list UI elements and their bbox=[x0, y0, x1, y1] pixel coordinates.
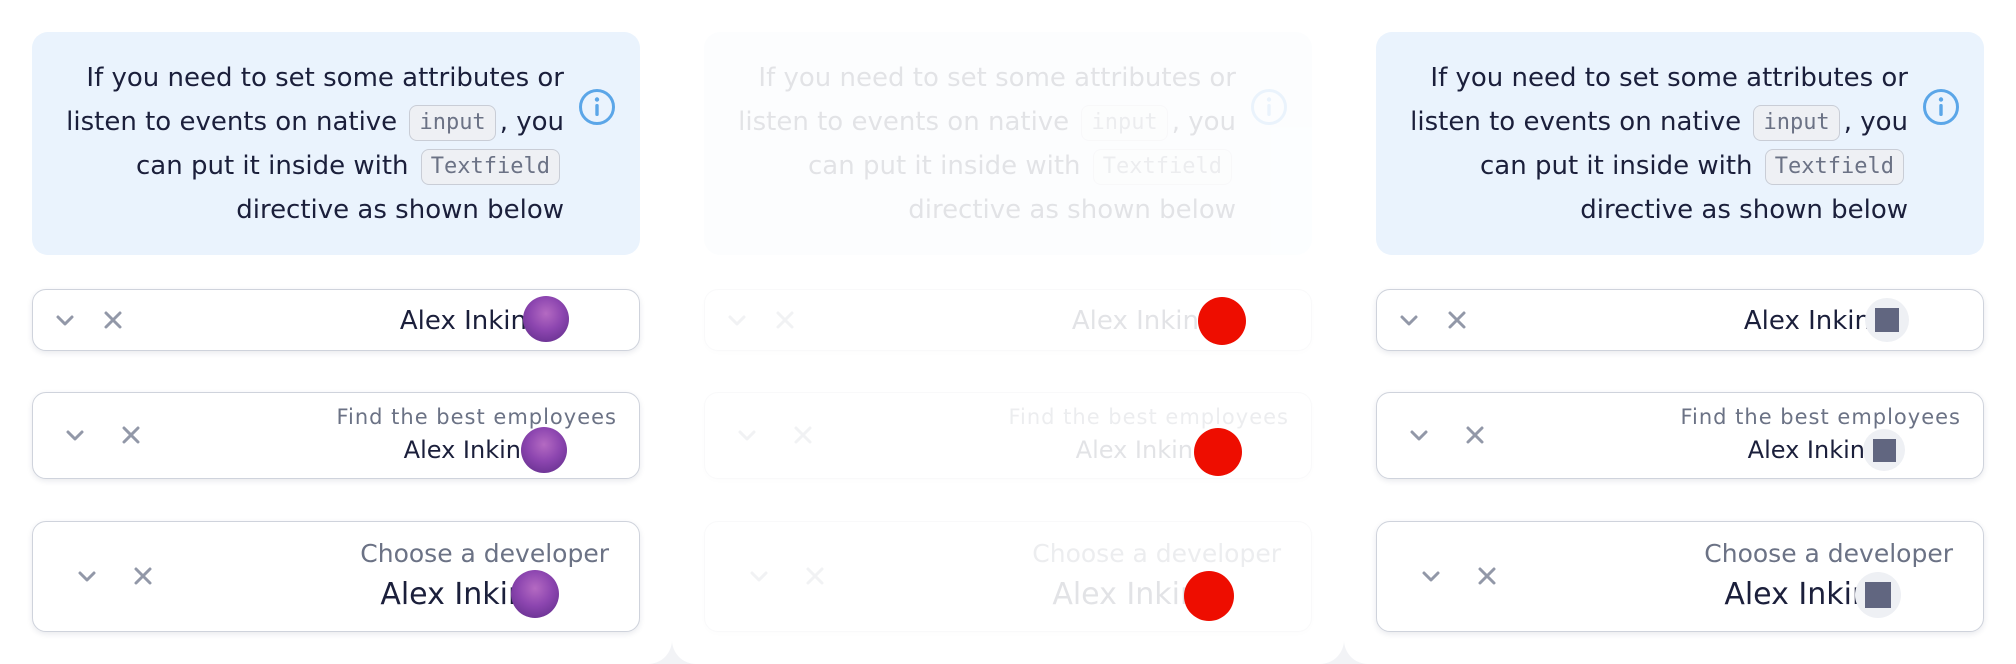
chevron-down-icon[interactable] bbox=[73, 562, 101, 590]
chevron-down-icon[interactable] bbox=[1395, 306, 1423, 334]
code-chip: Textfield bbox=[420, 148, 560, 185]
notice-line: If you need to set some attributes or bbox=[86, 63, 564, 93]
code-chip: Textfield bbox=[1764, 148, 1904, 185]
chevron-down-icon[interactable] bbox=[745, 562, 773, 590]
close-icon[interactable] bbox=[117, 421, 145, 449]
selected-value: Alex Inkin bbox=[1724, 577, 1871, 612]
notice-line: can put it inside with Textfield bbox=[1388, 144, 1908, 188]
notice-text: If you need to set some attributes or li… bbox=[1388, 56, 1908, 232]
chevron-down-icon[interactable] bbox=[51, 306, 79, 334]
notice-text: If you need to set some attributes or li… bbox=[716, 56, 1236, 232]
close-icon[interactable] bbox=[129, 562, 157, 590]
select-field-large[interactable]: Choose a developer Alex Inkin bbox=[32, 521, 640, 632]
notice-box: If you need to set some attributes or li… bbox=[704, 32, 1312, 255]
code-chip: Textfield bbox=[1092, 148, 1232, 185]
select-field-large[interactable]: Choose a developer Alex Inkin bbox=[1376, 521, 1984, 632]
selected-value: Alex Inkin bbox=[399, 306, 527, 336]
notice-text: If you need to set some attributes or li… bbox=[44, 56, 564, 232]
avatar-placeholder-icon bbox=[1873, 439, 1896, 462]
notice-line: directive as shown below bbox=[908, 195, 1236, 225]
notice-line: If you need to set some attributes or bbox=[758, 63, 1236, 93]
selected-value: Alex Inkin bbox=[1052, 577, 1199, 612]
field-label: Find the best employees bbox=[1008, 405, 1289, 429]
avatar bbox=[1865, 298, 1909, 342]
close-icon[interactable] bbox=[801, 562, 829, 590]
close-icon[interactable] bbox=[1443, 306, 1471, 334]
chevron-down-icon[interactable] bbox=[733, 421, 761, 449]
field-label: Choose a developer bbox=[360, 539, 609, 568]
demo-panel-fallback: If you need to set some attributes or li… bbox=[1344, 0, 2016, 664]
selected-value: Alex Inkin bbox=[1743, 306, 1871, 336]
chevron-down-icon[interactable] bbox=[1405, 421, 1433, 449]
selected-value: Alex Inkin bbox=[380, 577, 527, 612]
field-label: Choose a developer bbox=[1032, 539, 1281, 568]
close-icon[interactable] bbox=[1473, 562, 1501, 590]
notice-line: can put it inside with Textfield bbox=[716, 144, 1236, 188]
avatar-placeholder-icon bbox=[1865, 582, 1891, 608]
demo-panel-photo: If you need to set some attributes or li… bbox=[0, 0, 672, 664]
notice-line: directive as shown below bbox=[236, 195, 564, 225]
notice-line: can put it inside with Textfield bbox=[44, 144, 564, 188]
selected-value: Alex Inkin bbox=[1071, 306, 1199, 336]
demo-stage: If you need to set some attributes or li… bbox=[0, 0, 2016, 664]
avatar bbox=[521, 427, 567, 473]
selected-value: Alex Inkin bbox=[403, 436, 521, 464]
notice-line: listen to events on native input, you bbox=[716, 100, 1236, 144]
select-field-small[interactable]: Alex Inkin bbox=[1376, 289, 1984, 351]
close-icon[interactable] bbox=[789, 421, 817, 449]
selected-value: Alex Inkin bbox=[1747, 436, 1865, 464]
close-icon[interactable] bbox=[1461, 421, 1489, 449]
selected-value: Alex Inkin bbox=[1075, 436, 1193, 464]
select-field-medium[interactable]: Find the best employees Alex Inkin bbox=[1376, 392, 1984, 479]
notice-line: directive as shown below bbox=[1580, 195, 1908, 225]
info-icon bbox=[579, 89, 615, 125]
notice-box: If you need to set some attributes or li… bbox=[32, 32, 640, 255]
notice-line: listen to events on native input, you bbox=[1388, 100, 1908, 144]
info-icon bbox=[1251, 89, 1287, 125]
close-icon[interactable] bbox=[99, 306, 127, 334]
avatar bbox=[1194, 428, 1242, 476]
notice-box: If you need to set some attributes or li… bbox=[1376, 32, 1984, 255]
chevron-down-icon[interactable] bbox=[1417, 562, 1445, 590]
avatar bbox=[511, 570, 559, 618]
chevron-down-icon[interactable] bbox=[723, 306, 751, 334]
close-icon[interactable] bbox=[771, 306, 799, 334]
avatar bbox=[1855, 572, 1901, 618]
avatar bbox=[1198, 297, 1246, 345]
info-icon bbox=[1923, 89, 1959, 125]
avatar bbox=[1863, 429, 1905, 471]
field-label: Choose a developer bbox=[1704, 539, 1953, 568]
chevron-down-icon[interactable] bbox=[61, 421, 89, 449]
select-field-medium[interactable]: Find the best employees Alex Inkin bbox=[32, 392, 640, 479]
field-label: Find the best employees bbox=[1680, 405, 1961, 429]
select-field-small[interactable]: Alex Inkin bbox=[32, 289, 640, 351]
field-label: Find the best employees bbox=[336, 405, 617, 429]
code-chip: input bbox=[1753, 104, 1840, 141]
avatar-placeholder-icon bbox=[1875, 308, 1899, 332]
notice-line: If you need to set some attributes or bbox=[1430, 63, 1908, 93]
notice-line: listen to events on native input, you bbox=[44, 100, 564, 144]
code-chip: input bbox=[1081, 104, 1168, 141]
code-chip: input bbox=[409, 104, 496, 141]
demo-panel-error: If you need to set some attributes or li… bbox=[672, 0, 1344, 664]
avatar bbox=[523, 296, 569, 342]
avatar bbox=[1184, 571, 1234, 621]
